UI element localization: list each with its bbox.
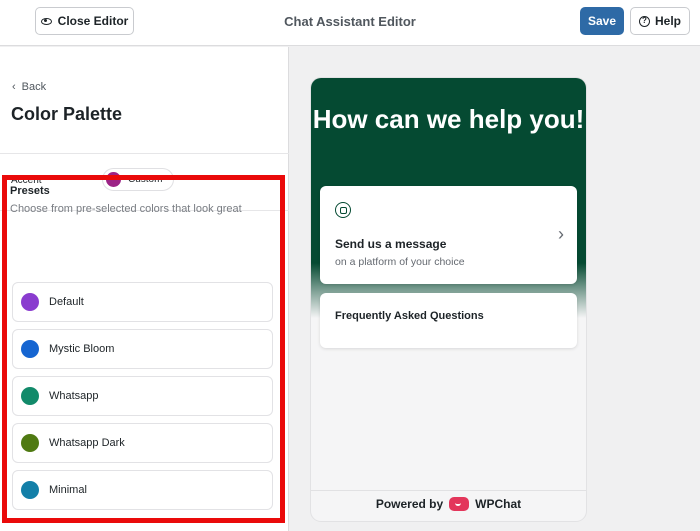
brand-name: WPChat — [475, 497, 522, 511]
send-message-card[interactable]: Send us a message on a platform of your … — [320, 186, 577, 284]
top-bar: Close Editor Chat Assistant Editor Save … — [0, 0, 700, 46]
send-message-title: Send us a message — [335, 237, 447, 251]
chat-widget-preview: How can we help you! Send us a message o… — [311, 78, 586, 521]
preset-label: Whatsapp — [49, 390, 99, 402]
preset-swatch — [21, 340, 39, 358]
chevron-left-icon: ‹ — [12, 81, 16, 93]
preset-minimal[interactable]: Minimal — [12, 470, 273, 510]
preset-swatch — [21, 481, 39, 499]
question-icon: ? — [638, 15, 650, 27]
divider — [311, 490, 586, 491]
eye-icon — [40, 17, 52, 25]
preset-whatsapp[interactable]: Whatsapp — [12, 376, 273, 416]
preset-whatsapp-dark[interactable]: Whatsapp Dark — [12, 423, 273, 463]
faq-title: Frequently Asked Questions — [335, 310, 484, 322]
preset-label: Minimal — [49, 484, 87, 496]
preset-label: Whatsapp Dark — [49, 437, 125, 449]
panel-title: Color Palette — [11, 104, 123, 124]
faq-card[interactable]: Frequently Asked Questions — [320, 293, 577, 348]
chevron-right-icon: › — [558, 224, 564, 244]
powered-by-label: Powered by — [375, 497, 444, 511]
save-button[interactable]: Save — [580, 7, 624, 35]
preset-swatch — [21, 434, 39, 452]
preview-heading: How can we help you! — [312, 104, 585, 134]
preset-label: Mystic Bloom — [49, 343, 115, 355]
preset-swatch — [21, 293, 39, 311]
help-button[interactable]: ? Help — [630, 7, 690, 35]
presets-title: Presets — [10, 185, 50, 197]
whatsapp-icon — [335, 202, 351, 218]
help-label: Help — [654, 14, 681, 28]
wpchat-logo-icon — [449, 497, 470, 511]
close-editor-button[interactable]: Close Editor — [35, 7, 134, 35]
send-message-subtitle: on a platform of your choice — [335, 256, 465, 268]
back-link[interactable]: ‹ Back — [12, 81, 46, 93]
presets-description: Choose from pre-selected colors that loo… — [10, 203, 242, 215]
divider — [0, 153, 289, 154]
back-label: Back — [21, 81, 47, 93]
preset-default[interactable]: Default — [12, 282, 273, 322]
preset-swatch — [21, 387, 39, 405]
preset-mystic-bloom[interactable]: Mystic Bloom — [12, 329, 273, 369]
close-editor-label: Close Editor — [57, 14, 129, 28]
preset-label: Default — [49, 296, 84, 308]
powered-by: Powered by WPChat — [311, 497, 586, 511]
